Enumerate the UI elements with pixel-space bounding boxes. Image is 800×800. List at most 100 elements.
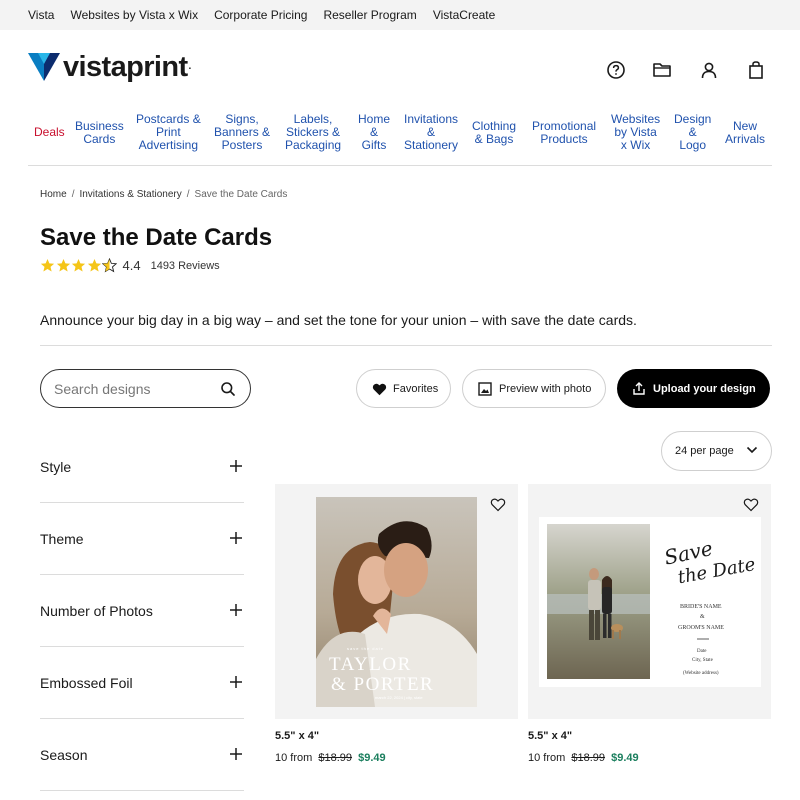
plus-icon [230,748,242,760]
nav-invitations-stationery[interactable]: Invitations & Stationery [404,113,458,152]
product-image-script-save-the-date[interactable]: Save the Date BRIDE'S NAME & GROOM'S NAM… [528,484,771,719]
breadcrumb-current: Save the Date Cards [194,189,288,200]
card-website: (Website address) [683,671,719,676]
card-name-1: TAYLOR [329,654,412,675]
vistaprint-logo[interactable]: vistaprint. [28,52,191,82]
breadcrumb-home[interactable]: Home [40,189,67,200]
filter-label: Season [40,747,88,763]
site-header: vistaprint. [0,30,800,110]
favorites-button[interactable]: Favorites [356,369,451,408]
top-link-websites-by-vista-wix[interactable]: Websites by Vista x Wix [70,8,198,22]
top-link-vista[interactable]: Vista [28,8,54,22]
top-link-vistacreate[interactable]: VistaCreate [433,8,495,22]
folder-icon[interactable] [651,59,673,81]
upload-icon [631,381,647,397]
nav-clothing-bags[interactable]: Clothing & Bags [472,120,516,146]
per-page-value: 24 per page [675,445,734,457]
section-divider [40,345,772,346]
utility-bar: Vista Websites by Vista x Wix Corporate … [0,0,800,30]
star-icon [71,258,86,272]
rating-summary[interactable]: 4.4 1493 Reviews [40,258,220,273]
upload-design-button[interactable]: Upload your design [617,369,770,408]
star-icon [56,258,70,272]
card-date: Date [697,649,707,654]
save-the-date-photo-card: save the date TAYLOR & PORTER march 22, … [316,497,477,707]
upload-label: Upload your design [653,382,756,395]
category-nav: Deals Business Cards Postcards & Print A… [28,110,772,166]
favorites-label: Favorites [393,382,439,395]
breadcrumb-invitations-stationery[interactable]: Invitations & Stationery [79,189,181,200]
nav-new-arrivals[interactable]: New Arrivals [725,120,765,146]
filter-season[interactable]: Season [40,719,244,791]
plus-icon [230,676,242,688]
filter-label: Number of Photos [40,603,153,619]
product-size: 5.5" x 4" [275,730,320,742]
sale-price: $9.49 [358,752,386,764]
logo-mark-icon [28,53,60,81]
filter-style[interactable]: Style [40,431,244,503]
rating-value: 4.4 [122,258,141,273]
card-small-line: save the date [347,646,384,651]
card-date-line: march 22, 2024 | city, state [375,695,423,700]
nav-websites-vista-wix[interactable]: Websites by Vista x Wix [611,113,660,152]
sale-price: $9.49 [611,752,639,764]
nav-labels-stickers-packaging[interactable]: Labels, Stickers & Packaging [285,113,341,152]
save-the-date-script-card: Save the Date BRIDE'S NAME & GROOM'S NAM… [539,517,761,687]
heart-icon[interactable] [488,494,508,514]
product-price: 10 from $18.99 $9.49 [528,752,639,764]
product-price: 10 from $18.99 $9.49 [275,752,386,764]
product-image-taylor-porter[interactable]: save the date TAYLOR & PORTER march 22, … [275,484,518,719]
heart-icon[interactable] [741,494,761,514]
card-ampersand: & [700,614,705,620]
top-link-reseller-program[interactable]: Reseller Program [323,8,416,22]
filter-theme[interactable]: Theme [40,503,244,575]
review-count[interactable]: 1493 Reviews [151,260,220,272]
star-rating [40,258,118,273]
image-icon [477,381,493,397]
nav-business-cards[interactable]: Business Cards [75,120,124,146]
per-page-select[interactable]: 24 per page [661,431,772,471]
nav-signs-banners-posters[interactable]: Signs, Banners & Posters [214,113,270,152]
filter-number-of-photos[interactable]: Number of Photos [40,575,244,647]
nav-postcards-print-advertising[interactable]: Postcards & Print Advertising [136,113,201,152]
help-icon[interactable] [605,59,627,81]
preview-label: Preview with photo [499,382,592,395]
preview-with-photo-button[interactable]: Preview with photo [462,369,606,408]
old-price: $18.99 [571,752,606,764]
top-link-corporate-pricing[interactable]: Corporate Pricing [214,8,307,22]
page-description: Announce your big day in a big way – and… [40,312,637,328]
half-star-icon [102,258,117,273]
old-price: $18.99 [318,752,353,764]
filter-embossed-foil[interactable]: Embossed Foil [40,647,244,719]
plus-icon [230,604,242,616]
breadcrumb-separator: / [71,189,75,200]
account-icon[interactable] [698,59,720,81]
cart-icon[interactable] [745,59,767,81]
chevron-down-icon [746,446,758,454]
search-input[interactable] [54,379,214,399]
search-icon[interactable] [220,381,236,397]
star-icon [40,258,55,272]
product-size: 5.5" x 4" [528,730,573,742]
price-prefix: 10 from [528,752,566,764]
page-title: Save the Date Cards [40,224,273,251]
price-prefix: 10 from [275,752,313,764]
filter-label: Style [40,459,72,475]
logo-text: vistaprint. [63,51,191,83]
filter-label: Embossed Foil [40,675,133,691]
breadcrumb-separator: / [186,189,190,200]
star-icon [87,258,101,272]
search-box [40,369,251,408]
plus-icon [230,532,242,544]
nav-promotional-products[interactable]: Promotional Products [532,120,596,146]
breadcrumb: Home / Invitations & Stationery / Save t… [40,189,287,200]
nav-deals[interactable]: Deals [34,126,65,139]
nav-design-logo[interactable]: Design & Logo [674,113,711,152]
heart-filled-icon [371,381,387,397]
nav-home-gifts[interactable]: Home & Gifts [358,113,390,152]
filter-label: Theme [40,531,84,547]
card-city: City, State [692,658,714,663]
card-name-2: & PORTER [331,674,434,695]
card-groom-name: GROOM'S NAME [678,625,724,631]
plus-icon [230,460,242,472]
